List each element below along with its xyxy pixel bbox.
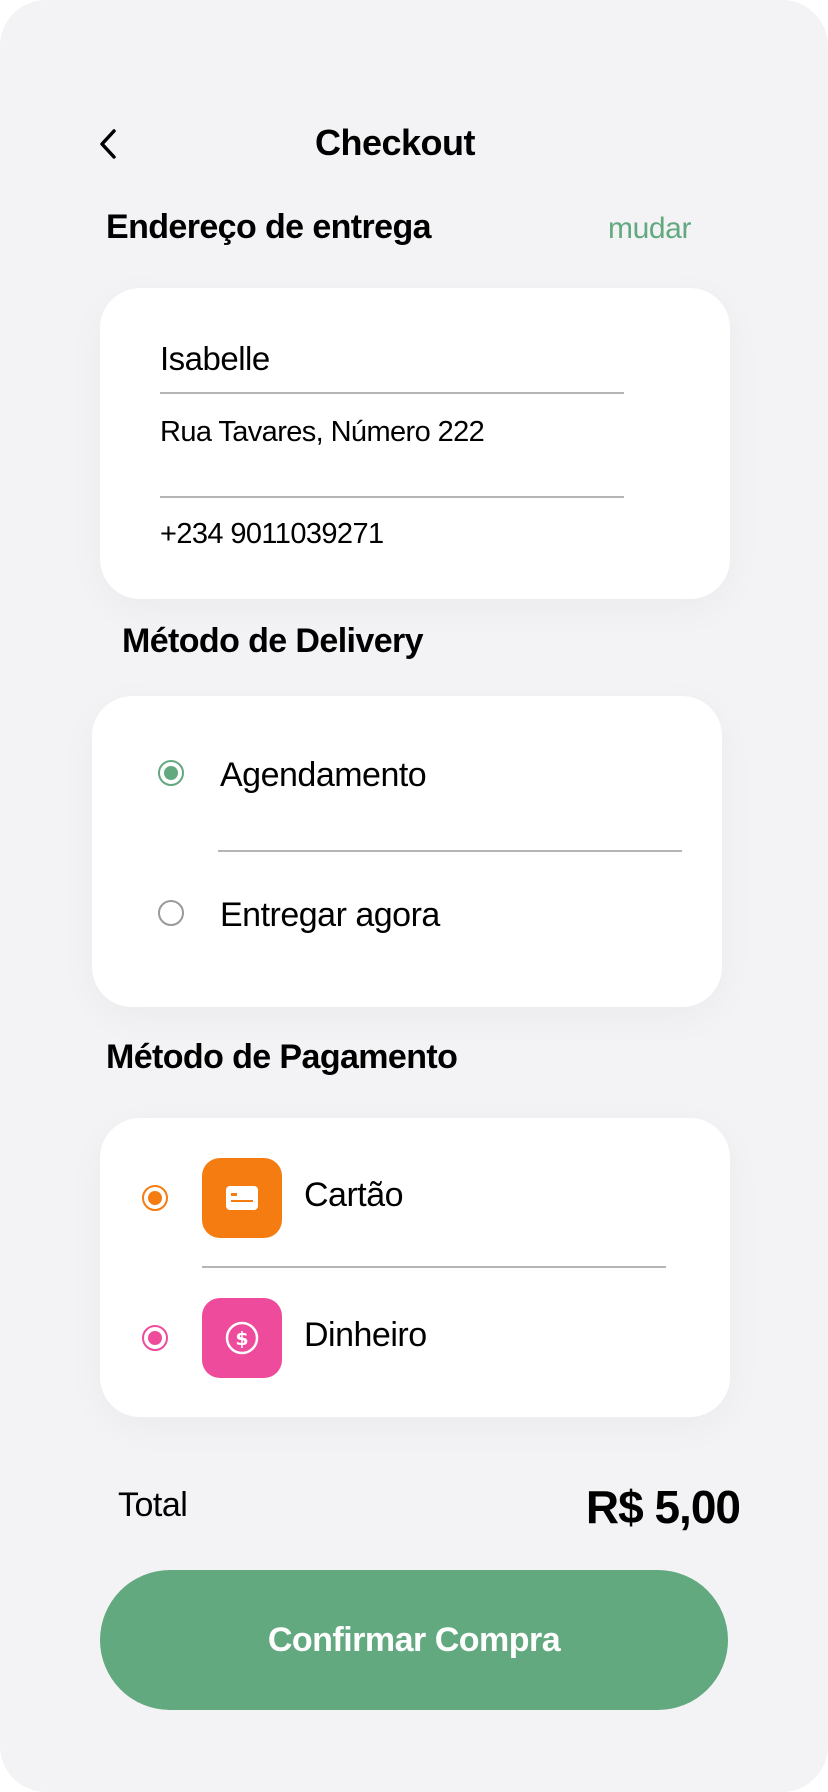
payment-divider (202, 1266, 666, 1268)
payment-option-label: Cartão (304, 1176, 404, 1214)
radio-button-selected[interactable] (158, 760, 184, 786)
delivery-option-now[interactable]: Entregar agora (158, 890, 658, 960)
address-section-title: Endereço de entrega (106, 208, 432, 246)
dollar-coin-icon: $ (202, 1298, 282, 1378)
address-divider (160, 496, 624, 498)
recipient-name: Isabelle (160, 340, 270, 377)
street-address: Rua Tavares, Número 222 (160, 416, 485, 448)
phone-screen: Checkout Endereço de entrega mudar Isabe… (0, 0, 828, 1792)
delivery-option-label: Agendamento (220, 756, 427, 794)
payment-option-label: Dinheiro (304, 1316, 427, 1354)
radio-button-selected[interactable] (142, 1185, 168, 1211)
radio-button-unselected[interactable] (158, 900, 184, 926)
total-value: R$ 5,00 (585, 1481, 741, 1533)
payment-section-title: Método de Pagamento (106, 1038, 458, 1076)
delivery-divider (218, 850, 682, 852)
payment-card: Cartão $ Dinheiro (100, 1118, 730, 1417)
credit-card-icon (202, 1158, 282, 1238)
delivery-card: Agendamento Entregar agora (92, 696, 722, 1007)
payment-option-card[interactable]: Cartão (140, 1158, 680, 1238)
address-card: Isabelle Rua Tavares, Número 222 +234 90… (100, 288, 730, 599)
confirm-purchase-button[interactable]: Confirmar Compra (100, 1570, 728, 1710)
radio-button-selected[interactable] (142, 1325, 168, 1351)
phone-number: +234 9011039271 (160, 518, 384, 550)
total-label: Total (118, 1486, 188, 1524)
delivery-section-title: Método de Delivery (122, 622, 424, 660)
payment-option-cash[interactable]: $ Dinheiro (140, 1298, 680, 1378)
change-address-link[interactable]: mudar (608, 212, 691, 246)
page-title: Checkout (314, 122, 476, 163)
delivery-option-scheduled[interactable]: Agendamento (158, 750, 658, 820)
svg-text:$: $ (235, 1328, 248, 1350)
delivery-option-label: Entregar agora (220, 896, 440, 934)
address-divider (160, 392, 624, 394)
